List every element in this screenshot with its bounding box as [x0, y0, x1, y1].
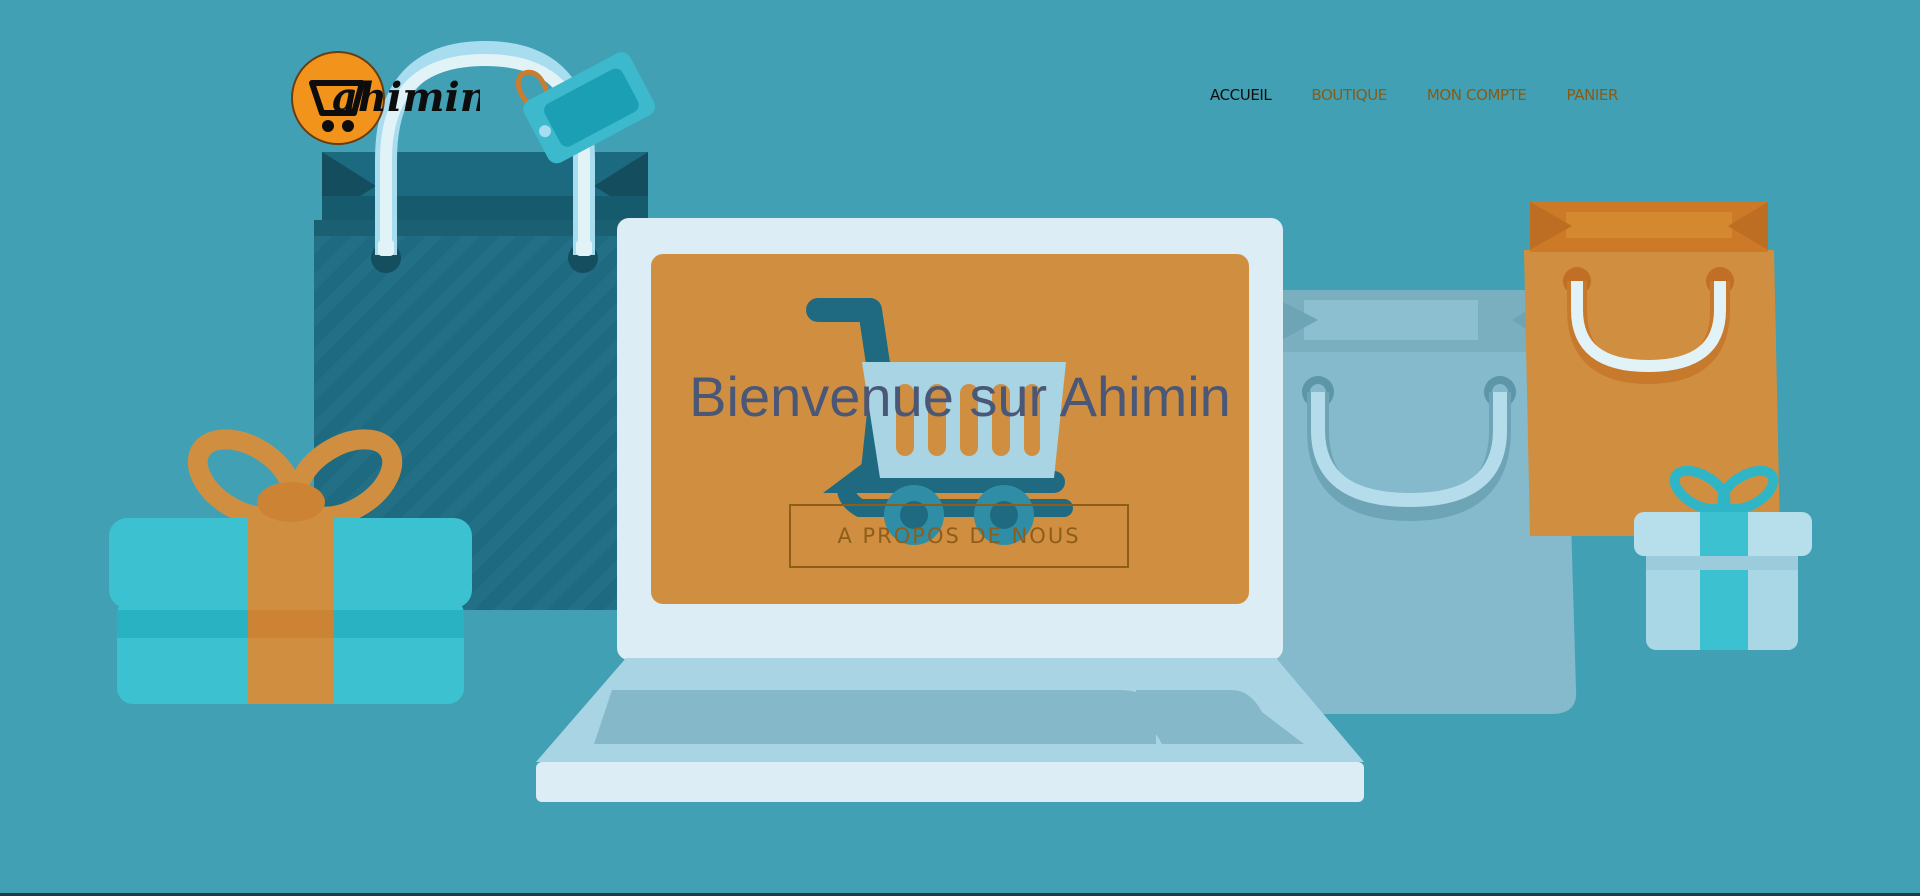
hero-section: ahimin ACCUEIL BOUTIQUE MON COMPTE PANIE… — [0, 0, 1920, 893]
main-nav: ACCUEIL BOUTIQUE MON COMPTE PANIER — [1210, 86, 1618, 104]
logo-text: ahimin — [332, 74, 480, 121]
nav-item-mon-compte[interactable]: MON COMPTE — [1427, 86, 1527, 104]
site-logo[interactable]: ahimin — [290, 48, 480, 148]
nav-item-panier[interactable]: PANIER — [1567, 86, 1619, 104]
nav-item-accueil[interactable]: ACCUEIL — [1210, 86, 1272, 104]
hero-illustration — [109, 40, 1812, 802]
shopping-bag-orange-icon — [1524, 202, 1780, 536]
about-us-button[interactable]: A PROPOS DE NOUS — [789, 504, 1129, 568]
hero-title: Bienvenue sur Ahimin — [689, 365, 1231, 428]
nav-item-boutique[interactable]: BOUTIQUE — [1311, 86, 1387, 104]
